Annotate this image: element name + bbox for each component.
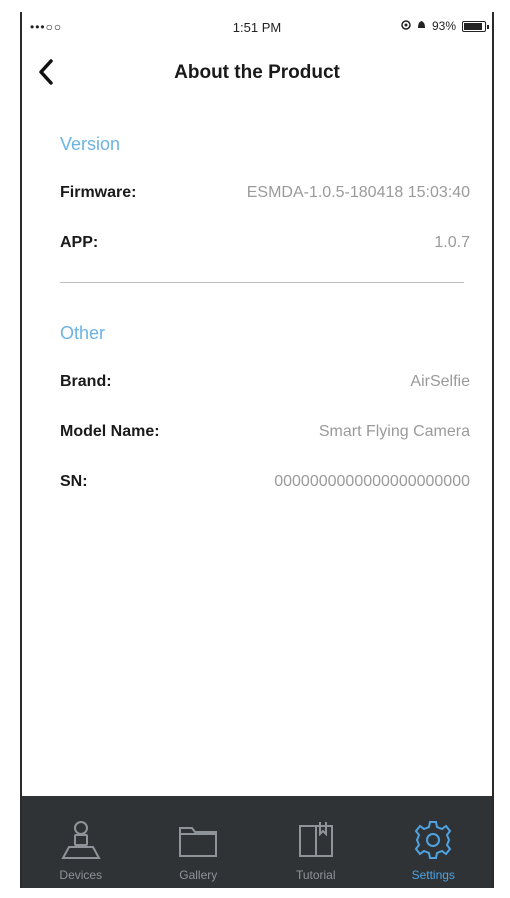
tab-settings[interactable]: Settings [375, 796, 493, 888]
status-bar: •••○○ 1:51 PM 93% [22, 12, 492, 42]
row-value: ESMDA-1.0.5-180418 15:03:40 [246, 184, 470, 201]
firmware-row: Firmware: ESMDA-1.0.5-180418 15:03:40 [60, 168, 470, 218]
row-label: Model Name: [60, 423, 160, 440]
phone-screen: •••○○ 1:51 PM 93% About the Product Vers… [20, 12, 494, 888]
row-value: Smart Flying Camera [318, 423, 470, 440]
section-header-version: Version [60, 134, 121, 154]
devices-icon [57, 816, 105, 864]
row-value: 1.0.7 [434, 234, 470, 251]
tab-tutorial[interactable]: Tutorial [257, 796, 375, 888]
tab-label: Gallery [179, 868, 218, 882]
gallery-icon [174, 816, 222, 864]
page-title: About the Product [174, 62, 340, 83]
other-section: Other Brand: AirSelfie Model Name: Smart… [22, 283, 492, 507]
tab-label: Devices [59, 868, 103, 882]
brand-row: Brand: AirSelfie [60, 357, 470, 407]
tab-gallery[interactable]: Gallery [140, 796, 258, 888]
row-label: Firmware: [60, 184, 137, 201]
battery-percent: 93% [431, 19, 456, 33]
tab-label: Settings [411, 868, 455, 882]
row-value: 0000000000000000000000 [274, 473, 470, 490]
tab-devices[interactable]: Devices [22, 796, 140, 888]
battery-fill [464, 22, 483, 30]
tab-bar: Devices Gallery Tutorial Settings [22, 796, 492, 888]
section-header-other: Other [60, 323, 106, 343]
row-value: AirSelfie [410, 373, 470, 390]
location-icon [401, 19, 411, 33]
status-right: 93% [401, 19, 489, 33]
alarm-icon [417, 19, 426, 33]
sn-row: SN: 0000000000000000000000 [60, 457, 470, 507]
version-section: Version Firmware: ESMDA-1.0.5-180418 15:… [22, 94, 492, 268]
model-name-row: Model Name: Smart Flying Camera [60, 407, 470, 457]
tab-label: Tutorial [295, 868, 336, 882]
app-row: APP: 1.0.7 [60, 218, 470, 268]
battery-icon [462, 20, 489, 32]
navigation-bar: About the Product [22, 50, 492, 94]
tutorial-icon [292, 816, 340, 864]
content: Version Firmware: ESMDA-1.0.5-180418 15:… [22, 94, 492, 507]
settings-icon [409, 816, 457, 864]
row-label: APP: [60, 234, 99, 251]
row-label: Brand: [60, 373, 112, 390]
row-label: SN: [60, 473, 88, 490]
